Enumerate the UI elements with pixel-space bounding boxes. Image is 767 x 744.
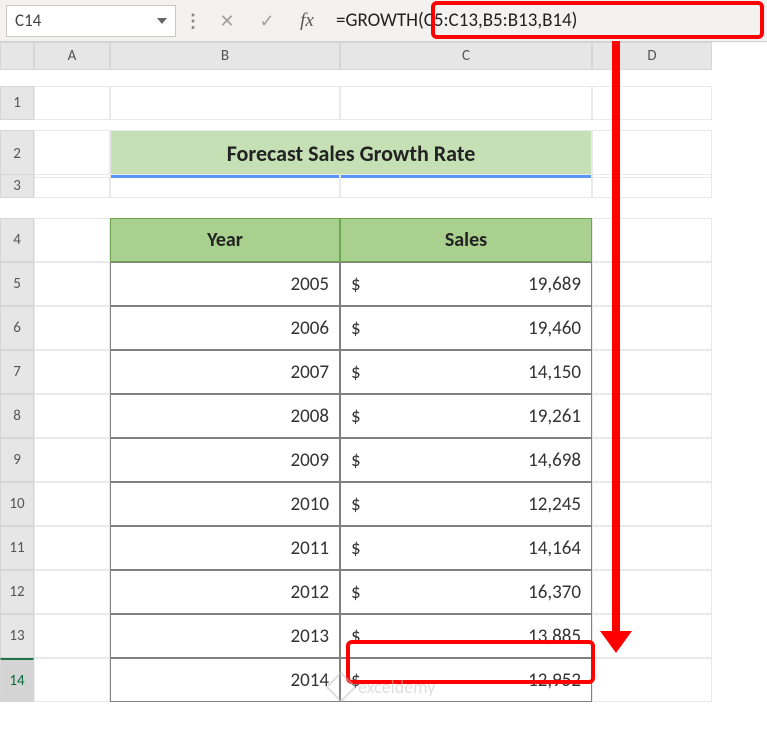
cell[interactable] — [34, 394, 110, 438]
cell-year[interactable]: 2012 — [110, 570, 340, 614]
cell[interactable] — [592, 174, 712, 198]
cell[interactable] — [592, 306, 712, 350]
cell[interactable] — [34, 306, 110, 350]
cell[interactable] — [34, 350, 110, 394]
cell-sales[interactable]: $19,261 — [340, 394, 592, 438]
cell[interactable] — [34, 86, 110, 120]
separator-icon: ⋮ — [182, 10, 204, 32]
name-box-value: C14 — [15, 10, 41, 31]
cell[interactable] — [110, 174, 340, 198]
cell-year[interactable]: 2007 — [110, 350, 340, 394]
table-header-year[interactable]: Year — [110, 218, 340, 262]
row-header[interactable]: 3 — [0, 174, 34, 198]
cell-sales-selected[interactable]: $12,952 — [340, 658, 592, 702]
cell[interactable] — [592, 218, 712, 262]
cell[interactable] — [34, 174, 110, 198]
cell-sales[interactable]: $12,245 — [340, 482, 592, 526]
row-header[interactable]: 9 — [0, 438, 34, 482]
formula-bar: C14 ⋮ ✕ ✓ fx =GROWTH(C5:C13,B5:B13,B14) — [0, 0, 767, 42]
chevron-down-icon[interactable] — [157, 18, 167, 24]
cell[interactable] — [592, 658, 712, 702]
cell[interactable] — [592, 482, 712, 526]
cell[interactable] — [34, 526, 110, 570]
row-header[interactable]: 12 — [0, 570, 34, 614]
row-header[interactable]: 7 — [0, 350, 34, 394]
cell[interactable] — [34, 218, 110, 262]
col-header-D[interactable]: D — [592, 42, 712, 70]
cancel-icon[interactable]: ✕ — [210, 6, 244, 36]
cell-year[interactable]: 2011 — [110, 526, 340, 570]
cell-year[interactable]: 2006 — [110, 306, 340, 350]
row-header[interactable]: 1 — [0, 86, 34, 120]
cell[interactable] — [34, 614, 110, 658]
cell[interactable] — [34, 262, 110, 306]
cell[interactable] — [34, 438, 110, 482]
cell[interactable] — [592, 262, 712, 306]
cell-sales[interactable]: $19,689 — [340, 262, 592, 306]
col-header-A[interactable]: A — [34, 42, 110, 70]
cell[interactable] — [592, 130, 712, 178]
cell[interactable] — [592, 86, 712, 120]
cell[interactable] — [592, 570, 712, 614]
cell-year[interactable]: 2010 — [110, 482, 340, 526]
enter-icon[interactable]: ✓ — [250, 6, 284, 36]
cell-year[interactable]: 2014 — [110, 658, 340, 702]
cell-sales[interactable]: $13,885 — [340, 614, 592, 658]
cell-sales[interactable]: $14,164 — [340, 526, 592, 570]
row-header[interactable]: 5 — [0, 262, 34, 306]
title-cell[interactable]: Forecast Sales Growth Rate — [110, 130, 592, 178]
cell[interactable] — [592, 526, 712, 570]
row-header[interactable]: 10 — [0, 482, 34, 526]
cell-year[interactable]: 2009 — [110, 438, 340, 482]
cell[interactable] — [34, 658, 110, 702]
cell[interactable] — [592, 614, 712, 658]
row-header[interactable]: 11 — [0, 526, 34, 570]
cell[interactable] — [592, 350, 712, 394]
cell[interactable] — [592, 394, 712, 438]
cell[interactable] — [34, 570, 110, 614]
cell-sales[interactable]: $19,460 — [340, 306, 592, 350]
cell-year[interactable]: 2005 — [110, 262, 340, 306]
row-header[interactable]: 14 — [0, 658, 34, 702]
worksheet-grid[interactable]: A B C D 1 2 Forecast Sales Growth Rate 3… — [0, 42, 767, 702]
select-all-corner[interactable] — [0, 42, 34, 70]
cell[interactable] — [340, 86, 592, 120]
cell-sales[interactable]: $16,370 — [340, 570, 592, 614]
cell-sales[interactable]: $14,150 — [340, 350, 592, 394]
row-header[interactable]: 4 — [0, 218, 34, 262]
cell[interactable] — [34, 130, 110, 178]
table-header-sales[interactable]: Sales — [340, 218, 592, 262]
cell-year[interactable]: 2013 — [110, 614, 340, 658]
col-header-B[interactable]: B — [110, 42, 340, 70]
cell[interactable] — [110, 86, 340, 120]
row-header[interactable]: 13 — [0, 614, 34, 658]
cell[interactable] — [34, 482, 110, 526]
cell[interactable] — [592, 438, 712, 482]
cell[interactable] — [340, 174, 592, 198]
formula-input[interactable]: =GROWTH(C5:C13,B5:B13,B14) — [330, 5, 761, 37]
name-box[interactable]: C14 — [6, 5, 176, 37]
formula-text: =GROWTH(C5:C13,B5:B13,B14) — [336, 9, 577, 32]
cell-year[interactable]: 2008 — [110, 394, 340, 438]
row-header[interactable]: 6 — [0, 306, 34, 350]
row-header[interactable]: 8 — [0, 394, 34, 438]
fx-icon[interactable]: fx — [290, 6, 324, 36]
col-header-C[interactable]: C — [340, 42, 592, 70]
row-header[interactable]: 2 — [0, 130, 34, 178]
cell-sales[interactable]: $14,698 — [340, 438, 592, 482]
